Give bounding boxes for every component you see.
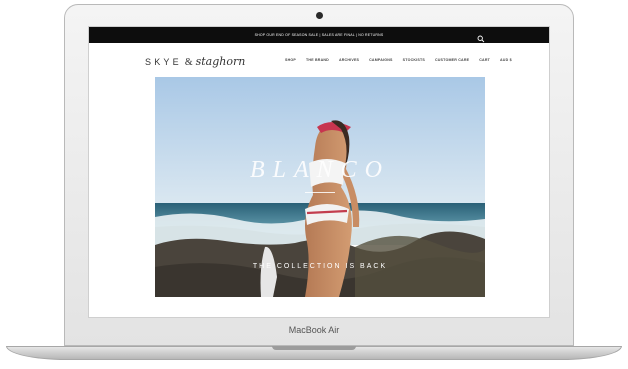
logo-word-skye: SKYE [145, 57, 182, 67]
nav-customer-care[interactable]: CUSTOMER CARE [435, 58, 469, 62]
site-header: SKYE & staghorn SHOP THE BRAND ARCHIVES … [89, 43, 549, 77]
logo-ampersand: & [184, 57, 193, 68]
nav-campaigns[interactable]: CAMPAIGNS [369, 58, 393, 62]
currency-code: AUD [500, 58, 509, 62]
hero-banner[interactable]: BLANCO THE COLLECTION IS BACK [155, 77, 485, 297]
nav-currency[interactable]: AUD $ [500, 58, 512, 62]
laptop-screen: SHOP OUR END OF SEASON SALE | SALES ARE … [88, 26, 550, 318]
brand-logo[interactable]: SKYE & staghorn [145, 55, 246, 68]
nav-the-brand[interactable]: THE BRAND [306, 58, 329, 62]
hero-divider [305, 192, 335, 193]
nav-shop[interactable]: SHOP [285, 58, 296, 62]
search-icon[interactable] [477, 30, 485, 43]
laptop-notch [272, 346, 356, 350]
hero-title: BLANCO [249, 157, 390, 183]
nav-cart[interactable]: CART [479, 58, 490, 62]
nav-archives[interactable]: ARCHIVES [339, 58, 359, 62]
main-nav: SHOP THE BRAND ARCHIVES CAMPAIGNS STOCKI… [285, 58, 512, 62]
camera-icon [316, 12, 323, 19]
logo-word-staghorn: staghorn [195, 55, 246, 68]
device-model-label: MacBook Air [288, 325, 340, 335]
nav-stockists[interactable]: STOCKISTS [403, 58, 425, 62]
announcement-text: SHOP OUR END OF SEASON SALE | SALES ARE … [254, 33, 384, 37]
hero-subtitle[interactable]: THE COLLECTION IS BACK [155, 263, 485, 270]
currency-symbol: $ [509, 58, 512, 62]
